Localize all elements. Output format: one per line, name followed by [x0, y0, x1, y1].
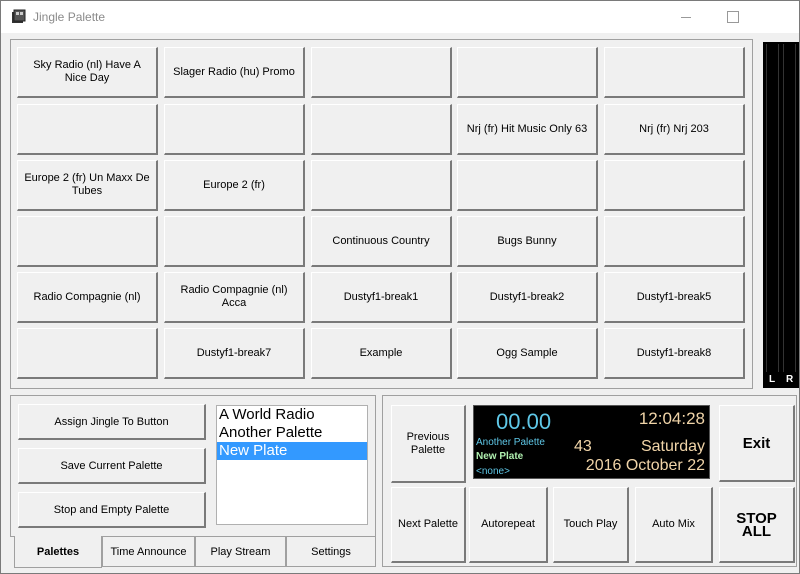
jingle-button[interactable]: Sky Radio (nl) Have A Nice Day [17, 47, 158, 98]
jingle-button[interactable]: Radio Compagnie (nl) [17, 272, 158, 323]
jingle-button[interactable] [17, 328, 158, 379]
jingle-button[interactable] [311, 160, 452, 211]
vu-meter-left-channel [766, 44, 779, 372]
tab-palettes[interactable]: Palettes [14, 536, 102, 568]
jingle-button[interactable] [457, 47, 598, 98]
palette-list-item[interactable]: Another Palette [217, 424, 367, 442]
jingle-button[interactable]: Dustyf1-break1 [311, 272, 452, 323]
palette-list-item-selected[interactable]: New Plate [217, 442, 367, 460]
jingle-button[interactable]: Slager Radio (hu) Promo [164, 47, 305, 98]
palettes-panel: Assign Jingle To Button Save Current Pal… [10, 395, 376, 537]
title-bar: Jingle Palette [1, 1, 799, 33]
jingle-button[interactable] [311, 47, 452, 98]
jingle-button[interactable]: Continuous Country [311, 216, 452, 267]
auto-mix-button[interactable]: Auto Mix [635, 487, 713, 563]
tab-settings[interactable]: Settings [286, 537, 376, 567]
tab-time-announce[interactable]: Time Announce [102, 537, 195, 567]
stop-empty-palette-button[interactable]: Stop and Empty Palette [18, 492, 206, 528]
jingle-button[interactable] [17, 104, 158, 155]
stop-all-button[interactable]: STOP ALL [719, 487, 795, 563]
jingle-button[interactable] [17, 216, 158, 267]
jingle-button[interactable]: Dustyf1-break5 [604, 272, 745, 323]
next-palette-name: <none> [476, 466, 510, 477]
current-palette-name: New Plate [476, 451, 524, 462]
jingle-button[interactable]: Dustyf1-break7 [164, 328, 305, 379]
jingle-button[interactable]: Radio Compagnie (nl) Acca [164, 272, 305, 323]
jingle-button[interactable] [164, 216, 305, 267]
jingle-button[interactable] [457, 160, 598, 211]
jingle-button[interactable]: Nrj (fr) Nrj 203 [604, 104, 745, 155]
palette-list-item[interactable]: A World Radio [217, 406, 367, 424]
exit-button[interactable]: Exit [719, 405, 795, 482]
jingle-button[interactable]: Europe 2 (fr) [164, 160, 305, 211]
vu-left-label: L [769, 374, 776, 385]
tab-play-stream[interactable]: Play Stream [195, 537, 286, 567]
vu-meter-right-channel [783, 44, 796, 372]
touch-play-button[interactable]: Touch Play [553, 487, 629, 563]
jingle-button[interactable] [164, 104, 305, 155]
jingle-button[interactable]: Example [311, 328, 452, 379]
previous-palette-name: Another Palette [476, 437, 545, 448]
palette-count: 43 [574, 438, 592, 455]
jingle-button[interactable] [311, 104, 452, 155]
jingle-button[interactable] [604, 47, 745, 98]
status-display: 00.00 12:04:28 Another Palette New Plate… [473, 405, 710, 479]
clock-day: Saturday [640, 438, 705, 455]
jingle-button[interactable]: Dustyf1-break2 [457, 272, 598, 323]
assign-jingle-button[interactable]: Assign Jingle To Button [18, 404, 206, 440]
vu-right-label: R [786, 374, 794, 385]
minimize-button[interactable] [663, 1, 709, 31]
jingle-button[interactable]: Dustyf1-break8 [604, 328, 745, 379]
clock-time: 12:04:28 [638, 409, 705, 428]
palette-list[interactable]: A World Radio Another Palette New Plate [216, 405, 368, 525]
autorepeat-button[interactable]: Autorepeat [469, 487, 548, 563]
window-title: Jingle Palette [33, 10, 106, 24]
jingle-palette-app-icon [12, 9, 26, 23]
previous-palette-button[interactable]: Previous Palette [391, 405, 466, 483]
clock-date: 2016 October 22 [585, 457, 705, 474]
next-palette-button[interactable]: Next Palette [391, 487, 466, 563]
jingle-button[interactable] [604, 160, 745, 211]
save-palette-button[interactable]: Save Current Palette [18, 448, 206, 484]
jingle-button[interactable]: Europe 2 (fr) Un Maxx De Tubes [17, 160, 158, 211]
jingle-button[interactable]: Ogg Sample [457, 328, 598, 379]
jingle-button[interactable]: Bugs Bunny [457, 216, 598, 267]
jingle-palette-window: Jingle Palette Sky Radio (nl) Have A Nic… [0, 0, 800, 574]
countdown-timer: 00.00 [496, 409, 552, 434]
jingle-button[interactable]: Nrj (fr) Hit Music Only 63 [457, 104, 598, 155]
maximize-button[interactable] [709, 1, 755, 31]
jingle-button[interactable] [604, 216, 745, 267]
